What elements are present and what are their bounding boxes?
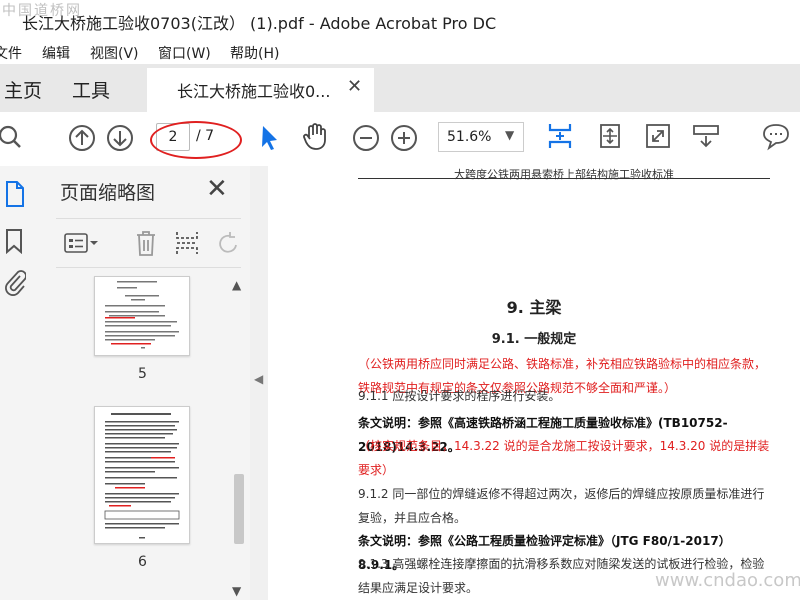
tab-bar: 主页 工具 长江大桥施工验收0... ✕ bbox=[0, 64, 800, 112]
close-tab-icon[interactable]: ✕ bbox=[347, 76, 362, 97]
hand-icon[interactable] bbox=[300, 120, 332, 152]
menu-help[interactable]: 帮助(H) bbox=[230, 43, 279, 63]
tab-document[interactable]: 长江大桥施工验收0... ✕ bbox=[147, 68, 374, 112]
menu-bar: 文件 编辑 视图(V) 窗口(W) 帮助(H) bbox=[0, 40, 800, 64]
collapse-left-icon[interactable]: ◀ bbox=[254, 372, 263, 386]
page-down-icon[interactable] bbox=[104, 122, 136, 154]
window-title: 长江大桥施工验收0703(江改） (1).pdf - Adobe Acrobat… bbox=[22, 14, 497, 33]
options-menu-icon[interactable] bbox=[64, 231, 100, 255]
thumbnail-page-6[interactable] bbox=[94, 406, 190, 544]
extract-pages-icon[interactable] bbox=[174, 229, 200, 257]
bookmark-icon[interactable] bbox=[4, 228, 24, 254]
menu-window[interactable]: 窗口(W) bbox=[158, 43, 211, 63]
thumbnail-label-5: 5 bbox=[138, 366, 147, 382]
tab-tools[interactable]: 工具 bbox=[72, 76, 110, 103]
attachment-icon[interactable] bbox=[4, 268, 26, 296]
page-up-icon[interactable] bbox=[66, 122, 98, 154]
left-rail bbox=[0, 166, 43, 600]
fullscreen-icon[interactable] bbox=[642, 120, 674, 152]
clause-9-1-2: 9.1.2 同一部位的焊缝返修不得超过两次，返修后的焊缝应按原质量标准进行复验，… bbox=[358, 487, 765, 525]
panel-collapse-handle[interactable]: ◀ bbox=[250, 166, 268, 600]
zoom-select[interactable]: 51.6% ▼ bbox=[438, 122, 524, 152]
running-header: 大跨度公铁两用悬索桥上部结构施工验收标准 bbox=[454, 168, 674, 181]
thumbnail-toolbar bbox=[56, 218, 241, 268]
zoom-value: 51.6% bbox=[447, 129, 492, 145]
scroll-mode-icon[interactable] bbox=[690, 120, 722, 152]
thumbnails-panel: 页面缩略图 ✕ 5 6 ▲ ▼ bbox=[42, 166, 250, 600]
menu-edit[interactable]: 编辑 bbox=[42, 43, 70, 63]
close-panel-icon[interactable]: ✕ bbox=[206, 174, 228, 204]
section-title: 9. 主梁 bbox=[506, 298, 562, 317]
thumbnail-page-5-preview bbox=[105, 281, 179, 349]
toolbar: 2 / 7 51.6% ▼ bbox=[0, 112, 800, 167]
select-cursor-icon[interactable] bbox=[254, 122, 286, 154]
menu-file[interactable]: 文件 bbox=[0, 43, 22, 63]
tab-home[interactable]: 主页 bbox=[4, 76, 42, 103]
watermark-bottom: www.cndao.com bbox=[655, 570, 800, 591]
scroll-down-icon[interactable]: ▼ bbox=[232, 584, 241, 598]
menu-view[interactable]: 视图(V) bbox=[90, 43, 139, 63]
document-tab-title: 长江大桥施工验收0... bbox=[177, 82, 331, 101]
zoom-out-icon[interactable] bbox=[350, 122, 382, 154]
header-rule bbox=[358, 178, 770, 179]
scroll-thumb[interactable] bbox=[234, 474, 244, 544]
fit-page-icon[interactable] bbox=[544, 120, 576, 152]
scroll-up-icon[interactable]: ▲ bbox=[232, 278, 241, 292]
rotate-icon[interactable] bbox=[216, 229, 240, 257]
note-paragraph-2: （核实规范条目，14.3.22 说的是合龙施工按设计要求，14.3.20 说的是… bbox=[358, 439, 770, 477]
comment-icon[interactable] bbox=[760, 120, 792, 152]
thumbnail-page-5[interactable] bbox=[94, 276, 190, 356]
chevron-down-icon: ▼ bbox=[505, 128, 515, 142]
page-thumbnails-icon[interactable] bbox=[4, 180, 26, 208]
document-view[interactable]: 大跨度公铁两用悬索桥上部结构施工验收标准 9. 主梁 9.1. 一般规定 （公铁… bbox=[268, 166, 800, 600]
thumbnail-list: 5 6 bbox=[56, 274, 234, 600]
clause-9-1-1: 9.1.1 应按设计要求的程序进行安装。 bbox=[358, 389, 561, 403]
thumbnail-scrollbar[interactable]: ▲ ▼ bbox=[230, 278, 246, 600]
annotation-ellipse bbox=[150, 121, 242, 159]
title-bar: 中国道桥网 长江大桥施工验收0703(江改） (1).pdf - Adobe A… bbox=[0, 0, 800, 41]
rotate-page-icon[interactable] bbox=[594, 120, 626, 152]
thumbnail-label-6: 6 bbox=[138, 554, 147, 570]
subsection-title: 9.1. 一般规定 bbox=[491, 332, 577, 347]
thumbnail-page-6-preview bbox=[104, 413, 180, 539]
trash-icon[interactable] bbox=[134, 229, 158, 257]
panel-title: 页面缩略图 bbox=[60, 182, 156, 204]
search-icon[interactable] bbox=[0, 122, 32, 154]
zoom-in-icon[interactable] bbox=[388, 122, 420, 154]
